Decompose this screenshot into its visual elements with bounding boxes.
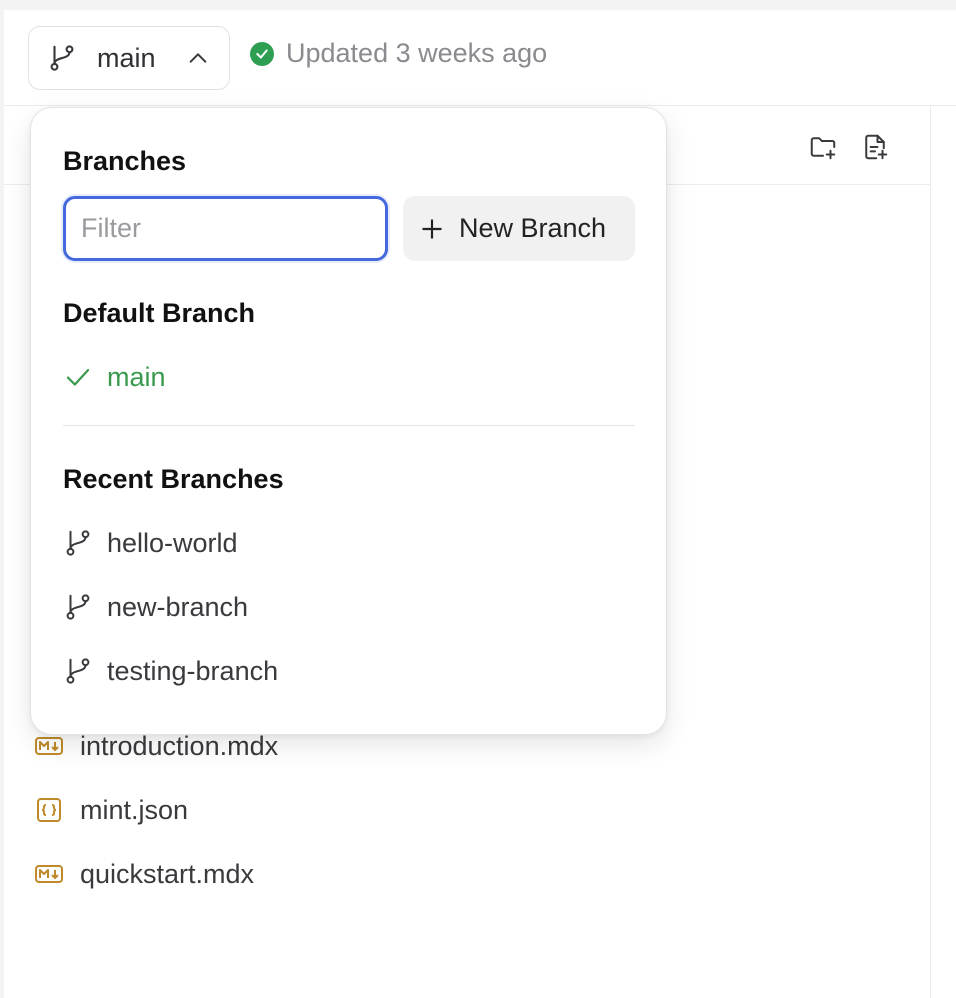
chevron-up-icon — [189, 53, 207, 63]
update-status: Updated 3 weeks ago — [250, 38, 547, 69]
panel-divider — [930, 106, 931, 998]
branch-name: hello-world — [107, 527, 238, 558]
branch-name: main — [107, 361, 166, 392]
recent-branch-item[interactable]: hello-world — [63, 523, 623, 563]
current-branch-label: main — [97, 42, 156, 73]
git-branch-icon — [66, 658, 90, 684]
new-file-icon[interactable] — [860, 132, 890, 162]
new-folder-icon[interactable] — [808, 132, 838, 162]
recent-branch-item[interactable]: testing-branch — [63, 651, 623, 691]
branch-name: testing-branch — [107, 655, 279, 686]
recent-branches-heading: Recent Branches — [63, 464, 284, 494]
git-branch-icon — [66, 530, 90, 556]
plus-icon — [422, 218, 442, 239]
check-circle-icon — [250, 41, 274, 66]
default-branch-heading: Default Branch — [63, 298, 256, 328]
new-branch-button[interactable]: New Branch — [403, 196, 635, 261]
branch-menu-popover: Branches New Branch Default Branch main … — [30, 107, 667, 735]
markdown-icon — [35, 865, 63, 883]
file-item[interactable]: mint.json — [34, 790, 434, 830]
git-branch-icon — [66, 594, 90, 620]
status-text: Updated 3 weeks ago — [286, 38, 548, 68]
markdown-icon — [35, 737, 63, 755]
menu-divider — [63, 425, 635, 426]
file-name: quickstart.mdx — [80, 858, 255, 889]
branch-menu-title: Branches — [63, 146, 187, 176]
checkmark-icon — [66, 369, 90, 386]
branch-selector-button[interactable]: main — [28, 26, 230, 90]
file-name: mint.json — [80, 794, 189, 825]
git-branch-icon — [50, 45, 74, 71]
recent-branch-item[interactable]: new-branch — [63, 587, 623, 627]
json-icon — [37, 798, 61, 822]
new-branch-label: New Branch — [459, 213, 607, 243]
file-name: introduction.mdx — [80, 730, 279, 761]
file-item[interactable]: quickstart.mdx — [34, 854, 434, 894]
top-bar: main Updated 3 weeks ago — [4, 10, 956, 106]
branch-name: new-branch — [107, 591, 249, 622]
default-branch-item[interactable]: main — [63, 357, 623, 397]
branch-filter-input[interactable] — [63, 196, 388, 261]
